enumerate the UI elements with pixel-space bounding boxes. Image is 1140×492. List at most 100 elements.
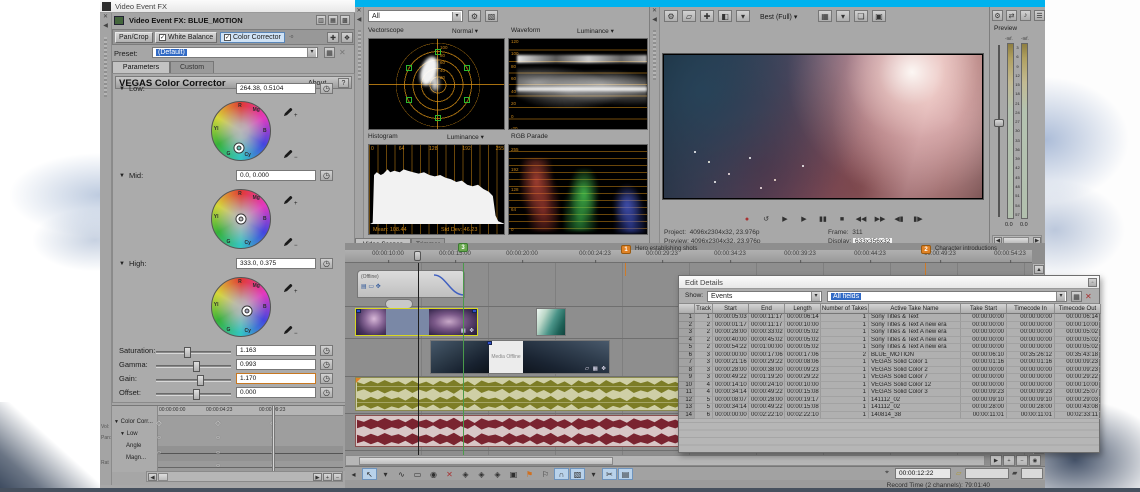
close-icon[interactable]: ✕ xyxy=(355,7,363,16)
tab-custom[interactable]: Custom xyxy=(170,61,214,73)
zoom-edit-tool[interactable]: ◉ xyxy=(426,468,441,480)
event-handle[interactable] xyxy=(356,309,361,313)
enable-snapping-icon[interactable]: ∩ xyxy=(554,468,569,480)
saturation-animate-clock-icon[interactable]: ◷ xyxy=(320,345,333,356)
mid-animate-clock-icon[interactable]: ◷ xyxy=(320,170,333,181)
meters-io-icon[interactable]: ⇄ xyxy=(1006,10,1017,21)
table-row[interactable]: 10400:00:14:1000:00:24:1000:00:10:001VEG… xyxy=(679,382,1099,390)
pan-tool-icon[interactable]: ✚ xyxy=(700,10,714,22)
fx-keyframe-scrollbar[interactable]: ◀ ▶ + − xyxy=(146,471,343,482)
normal-edit-tool[interactable]: ↖ xyxy=(362,468,377,480)
high-color-wheel[interactable]: R Mg B Cy G Yl xyxy=(211,277,271,337)
gamma-animate-clock-icon[interactable]: ◷ xyxy=(320,359,333,370)
chevron-down-icon[interactable]: ▾ xyxy=(307,48,316,57)
kf-scroll-right-icon[interactable]: ▶ xyxy=(313,473,322,481)
color-corrector-checkbox[interactable]: ✓ xyxy=(224,34,231,41)
marker-2-flag[interactable]: 2 xyxy=(921,245,931,254)
gamma-slider[interactable] xyxy=(156,360,231,372)
low-eyedropper-icon[interactable]: − xyxy=(283,146,298,164)
table-row[interactable]: 11400:00:34:1400:00:49:2200:00:15:081VEG… xyxy=(679,389,1099,397)
pin-icon[interactable]: ◀ xyxy=(355,16,363,25)
mid-color-wheel[interactable]: R Mg B Cy G Yl xyxy=(211,189,271,249)
tab-parameters[interactable]: Parameters xyxy=(112,61,170,73)
saturation-value[interactable]: 1.163 xyxy=(236,345,316,356)
insert-marker-icon[interactable]: ⚑ xyxy=(522,468,537,480)
quality-dropdown-icon[interactable]: ▾ xyxy=(736,10,750,22)
chevron-down-icon[interactable]: ▾ xyxy=(811,292,820,301)
kf-row-angle[interactable]: Angle xyxy=(112,437,157,449)
video-event-mountains[interactable]: Media Offline ▱ ▦ ✥ xyxy=(430,340,610,374)
table-row[interactable]: 8300:00:28:0000:00:38:0000:00:09:231VEGA… xyxy=(679,367,1099,375)
previous-frame-button[interactable]: ◀▮ xyxy=(891,213,907,225)
preview-quality-icon[interactable]: ◧ xyxy=(718,10,732,22)
high-eyedropper-icon[interactable]: − xyxy=(283,322,298,340)
low-collapse-icon[interactable]: ▼ xyxy=(119,86,125,92)
go-to-start-button[interactable]: ◀◀ xyxy=(853,213,869,225)
selected-video-event[interactable]: ▦ ✥ xyxy=(355,308,478,336)
table-row[interactable]: 5200:00:54:2200:01:00:0000:00:05:021Sony… xyxy=(679,344,1099,352)
split-icon[interactable]: ✂ xyxy=(602,468,617,480)
pin-icon[interactable]: ◀ xyxy=(650,16,659,25)
cursor-time-box[interactable]: 00:00:12:22 xyxy=(895,468,951,479)
edit-details-titlebar[interactable]: Edit Details ▫ xyxy=(679,276,1099,289)
kf-zoom-out-icon[interactable]: − xyxy=(333,473,342,481)
preview-quality-dropdown[interactable]: Best (Full) ▾ xyxy=(760,13,797,21)
preview-settings-gear-icon[interactable]: ⚙ xyxy=(664,10,678,22)
video-preview-frame[interactable] xyxy=(662,53,984,200)
auto-ripple-dropdown[interactable]: ▾ xyxy=(586,468,601,480)
delete-preset-icon[interactable]: ✕ xyxy=(339,48,346,57)
low-complementary-eyedropper-icon[interactable]: + xyxy=(283,104,298,122)
marker-3-flag[interactable]: 3 xyxy=(458,243,468,252)
table-row[interactable]: 12500:00:08:0700:00:28:0000:00:19:171141… xyxy=(679,397,1099,405)
table-row[interactable]: 3200:00:28:0000:00:33:0200:00:05:021Sony… xyxy=(679,329,1099,337)
gain-animate-clock-icon[interactable]: ◷ xyxy=(320,373,333,384)
waveform-mode-dropdown[interactable]: Luminance ▾ xyxy=(577,27,614,35)
scroll-up-icon[interactable]: ▲ xyxy=(1034,265,1044,274)
keyframe-diamond[interactable]: ◇ xyxy=(215,419,220,427)
low-animate-clock-icon[interactable]: ◷ xyxy=(320,83,333,94)
show-combo[interactable]: Events ▾ xyxy=(707,291,822,302)
high-wheel-crosshair[interactable] xyxy=(243,307,252,316)
save-preset-icon[interactable]: ▦ xyxy=(324,47,335,58)
scopes-filter-combo[interactable]: All ▾ xyxy=(368,10,463,22)
auto-ripple-icon[interactable]: ▧ xyxy=(570,468,585,480)
chain-color-corrector-button[interactable]: ✓Color Corrector xyxy=(220,32,285,43)
lock-envelopes-icon[interactable]: ▣ xyxy=(506,468,521,480)
meter-clip-right[interactable]: -Inf. xyxy=(1021,36,1029,41)
table-row[interactable]: 7300:00:21:1600:00:29:2200:00:08:061VEGA… xyxy=(679,359,1099,367)
mid-value[interactable]: 0.0, 0.000 xyxy=(236,170,316,181)
mid-wheel-crosshair[interactable] xyxy=(237,215,246,224)
master-fader-handle[interactable] xyxy=(994,119,1004,127)
pause-button[interactable]: ▮▮ xyxy=(815,213,831,225)
audio-event-red[interactable] xyxy=(355,415,705,447)
selection-length-box[interactable] xyxy=(1021,468,1043,479)
white-balance-checkbox[interactable]: ✓ xyxy=(159,34,166,41)
low-color-wheel[interactable]: R Mg B Cy G Yl xyxy=(211,101,271,161)
scopes-layout-icon[interactable]: ▧ xyxy=(485,10,498,22)
kf-row-magnitude[interactable]: Magn... xyxy=(112,449,157,461)
gain-value[interactable]: 1.170 xyxy=(236,373,316,384)
table-row[interactable]: 6300:00:00:0000:00:17:0600:00:17:062BLUE… xyxy=(679,352,1099,360)
high-collapse-icon[interactable]: ▼ xyxy=(119,261,125,267)
kf-scroll-thumb[interactable] xyxy=(158,473,168,481)
kf-scroll-left-icon[interactable]: ◀ xyxy=(148,473,157,481)
fx-layout-icon-2[interactable]: ▦ xyxy=(328,15,338,25)
offset-animate-clock-icon[interactable]: ◷ xyxy=(320,387,333,398)
high-complementary-eyedropper-icon[interactable]: + xyxy=(283,280,298,298)
keyframe-circle[interactable]: ○ xyxy=(216,435,220,442)
low-wheel-crosshair[interactable] xyxy=(235,143,244,152)
dock-grip[interactable] xyxy=(358,30,361,80)
selection-edit-tool[interactable]: ▭ xyxy=(410,468,425,480)
tl-scroll-right-icon[interactable]: ▶ xyxy=(990,455,1002,466)
gain-slider[interactable] xyxy=(156,374,231,386)
meters-speaker-icon[interactable]: ♪ xyxy=(1020,10,1031,21)
meters-channels-icon[interactable]: ☰ xyxy=(1034,10,1045,21)
table-row[interactable]: 2200:00:01:1700:00:11:1700:00:10:001Sony… xyxy=(679,322,1099,330)
event-handle[interactable] xyxy=(487,341,492,345)
mid-collapse-icon[interactable]: ▼ xyxy=(119,173,125,179)
kf-zoom-in-icon[interactable]: + xyxy=(323,473,332,481)
dock-grip[interactable] xyxy=(653,30,656,80)
keyframe-circle[interactable]: ○ xyxy=(157,435,161,442)
keyframe-diamond[interactable]: ◇ xyxy=(156,419,161,427)
next-frame-button[interactable]: ▮▶ xyxy=(910,213,926,225)
